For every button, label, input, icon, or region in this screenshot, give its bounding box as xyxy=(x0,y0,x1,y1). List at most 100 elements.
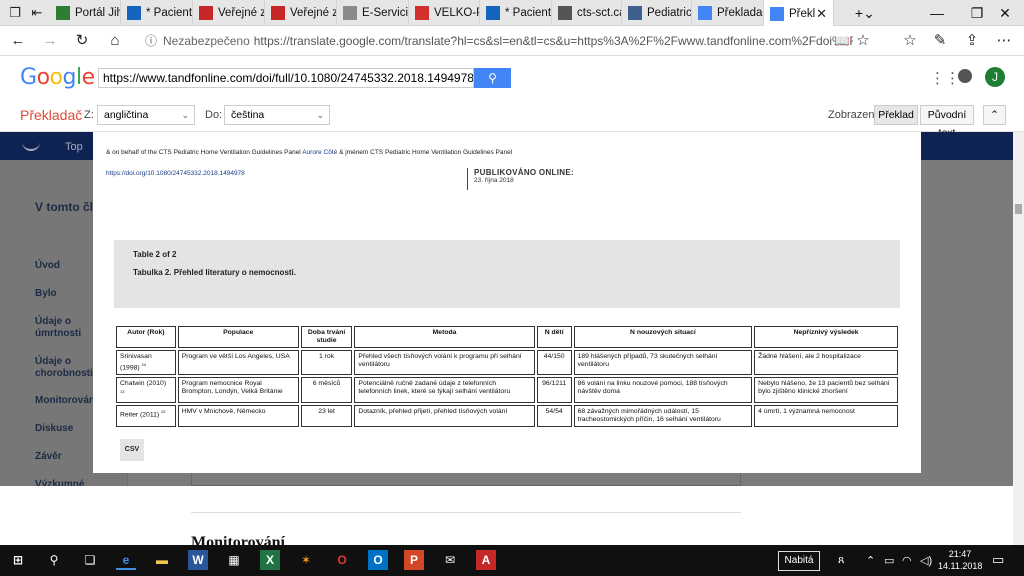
from-language-select[interactable]: angličtina ⌄ xyxy=(97,105,195,125)
edge-browser-icon[interactable]: e xyxy=(116,550,136,570)
system-clock[interactable]: 21:47 14.11.2018 xyxy=(938,548,982,572)
tab-list-chevron-icon[interactable]: ⌄ xyxy=(854,0,884,26)
reference-link[interactable]: 24 xyxy=(142,362,146,367)
browser-tab[interactable]: * Pacienti xyxy=(480,0,552,26)
battery-icon[interactable]: ▭ xyxy=(884,554,894,567)
word-icon[interactable]: W xyxy=(188,550,208,570)
browser-tab[interactable]: Pediatric xyxy=(622,0,692,26)
csv-download-button[interactable]: CSV xyxy=(120,439,144,461)
app-star-icon[interactable]: ✶ xyxy=(296,550,316,570)
author-cell: Chatwin (2010) 13 xyxy=(116,377,176,403)
refresh-icon[interactable]: ↻ xyxy=(72,31,92,51)
google-search-input[interactable]: https://www.tandfonline.com/doi/full/10.… xyxy=(98,68,474,88)
back-icon[interactable]: ← xyxy=(8,31,28,51)
pen-icon[interactable]: ✎ xyxy=(930,31,950,51)
translator-bar: Překladač Z: angličtina ⌄ Do: čeština ⌄ … xyxy=(0,100,1024,139)
search-icon[interactable]: ⚲ xyxy=(474,68,511,88)
browser-tab[interactable]: Veřejné z xyxy=(265,0,337,26)
emergencies-cell: 189 hlášených případů, 73 skutečných sel… xyxy=(573,350,753,376)
tab-preview-icon[interactable]: ❐ xyxy=(6,4,24,22)
mail-icon[interactable]: ✉ xyxy=(440,550,460,570)
credit-prefix: & on behalf of the CTS Pediatric Home Ve… xyxy=(106,149,301,156)
sidebar-item-monitorovani[interactable]: Monitorování xyxy=(35,395,98,407)
population-cell: HMV v Mnichově, Německo xyxy=(177,404,299,427)
scrollbar-thumb[interactable] xyxy=(1015,204,1022,214)
avatar[interactable]: J xyxy=(985,67,1005,87)
wifi-icon[interactable]: ◠ xyxy=(902,554,912,567)
browser-tab[interactable]: Veřejné z xyxy=(193,0,265,26)
reference-link[interactable]: 13 xyxy=(120,389,124,394)
tab-favicon-icon xyxy=(271,6,285,20)
address-bar[interactable]: ⓘ Nezabezpečeno https://translate.google.c… xyxy=(145,29,853,53)
literature-table: Autor (Rok) Populace Doba trvání studie … xyxy=(114,324,900,429)
info-icon: ⓘ xyxy=(145,34,158,48)
excel-icon[interactable]: X xyxy=(260,550,280,570)
sidebar-item-diskuse[interactable]: Diskuse xyxy=(35,423,97,435)
home-icon[interactable]: ⌂ xyxy=(105,31,125,51)
google-logo[interactable]: Google xyxy=(20,65,95,90)
pdf-reader-icon[interactable]: A xyxy=(476,550,496,570)
author-cell: Reiter (2011) 22 xyxy=(116,404,176,427)
set-aside-tabs-icon[interactable]: ⇤ xyxy=(28,4,46,22)
credit-author-link[interactable]: Aurore Côté xyxy=(302,149,337,156)
powerpoint-icon[interactable]: P xyxy=(404,550,424,570)
tab-label: Překl xyxy=(789,7,816,20)
more-icon[interactable]: ⋯ xyxy=(994,31,1014,51)
sidebar-item-uvod[interactable]: Úvod xyxy=(35,260,97,272)
sidebar-item-umrtnost[interactable]: Údaje o úmrtnosti xyxy=(35,316,97,340)
close-tab-icon[interactable]: ✕ xyxy=(816,6,827,22)
n-children-cell: 96/1211 xyxy=(536,377,572,403)
browser-tab[interactable]: Překladač xyxy=(692,0,764,26)
share-icon[interactable]: ⇪ xyxy=(962,31,982,51)
original-text-button[interactable]: Původní text xyxy=(920,105,974,139)
translator-brand[interactable]: Překladač xyxy=(20,107,82,123)
volume-icon[interactable]: ◁) xyxy=(920,554,932,567)
column-header: Nepříznivý výsledek xyxy=(754,326,898,348)
author-text: Chatwin (2010) xyxy=(120,380,167,388)
clock-time: 21:47 xyxy=(948,549,972,559)
tab-label: * Pacienti xyxy=(146,7,193,19)
to-language-select[interactable]: čeština ⌄ xyxy=(224,105,330,125)
doi-link[interactable]: https://doi.org/10.1080/24745332.2018.14… xyxy=(106,170,245,177)
collapse-chevron-up-icon[interactable]: ⌃ xyxy=(983,105,1006,125)
reading-view-icon[interactable]: 📖 xyxy=(832,31,852,51)
favorites-hub-icon[interactable]: ☆ xyxy=(900,31,920,51)
task-view-icon[interactable]: ❏ xyxy=(80,550,100,570)
action-center-icon[interactable]: ▭ xyxy=(992,552,1004,568)
emergencies-cell: 86 volání na linku nouzové pomoci, 188 t… xyxy=(573,377,753,403)
page-scrollbar[interactable] xyxy=(1013,132,1024,545)
table-title: Tabulka 2. Přehled literatury o nemocnos… xyxy=(133,268,297,277)
close-window-button[interactable]: ✕ xyxy=(982,0,1024,26)
start-windows-icon[interactable]: ⊞ xyxy=(8,550,28,570)
browser-tab[interactable]: E-Servicir xyxy=(337,0,409,26)
browser-tab[interactable]: cts-sct.ca xyxy=(552,0,622,26)
browser-tab[interactable]: VELKO-PI xyxy=(409,0,480,26)
outcome-cell: Žádné hlášení, ale 2 hospitalizace xyxy=(754,350,898,376)
nav-top-link[interactable]: Top xyxy=(65,141,83,153)
tab-favicon-icon xyxy=(628,6,642,20)
divider xyxy=(191,512,741,513)
tab-label: * Pacienti xyxy=(505,7,552,19)
show-hidden-icons-chevron-icon[interactable]: ⌃ xyxy=(866,554,875,567)
search-icon[interactable]: ⚲ xyxy=(44,550,64,570)
sidebar-item-chorobnost[interactable]: Údaje o chorobnosti xyxy=(35,356,97,380)
browser-tab[interactable]: Portál Jih xyxy=(50,0,121,26)
sidebar-item-zaver[interactable]: Závěr xyxy=(35,451,97,463)
outlook-icon[interactable]: O xyxy=(368,550,388,570)
sidebar-item-bylo[interactable]: Bylo xyxy=(35,288,97,300)
reference-link[interactable]: 22 xyxy=(161,409,165,414)
browser-tab[interactable]: * Pacienti xyxy=(121,0,193,26)
opera-icon[interactable]: O xyxy=(332,550,352,570)
file-explorer-icon[interactable]: ▬ xyxy=(152,550,172,570)
favorite-star-icon[interactable]: ☆ xyxy=(853,31,873,51)
author-credit: & on behalf of the CTS Pediatric Home Ve… xyxy=(106,149,512,156)
translation-view-button[interactable]: Překlad xyxy=(874,105,918,125)
forward-icon[interactable]: → xyxy=(40,31,60,51)
published-date: 23. října 2018 xyxy=(474,177,514,184)
notifications-icon[interactable] xyxy=(958,69,972,83)
site-logo-icon[interactable] xyxy=(22,141,40,151)
apps-grid-icon[interactable]: ⋮⋮ xyxy=(930,69,960,87)
calculator-icon[interactable]: ▦ xyxy=(224,550,244,570)
browser-tab[interactable]: Překl ✕ xyxy=(764,0,834,27)
people-icon[interactable]: ጸ xyxy=(838,554,844,567)
